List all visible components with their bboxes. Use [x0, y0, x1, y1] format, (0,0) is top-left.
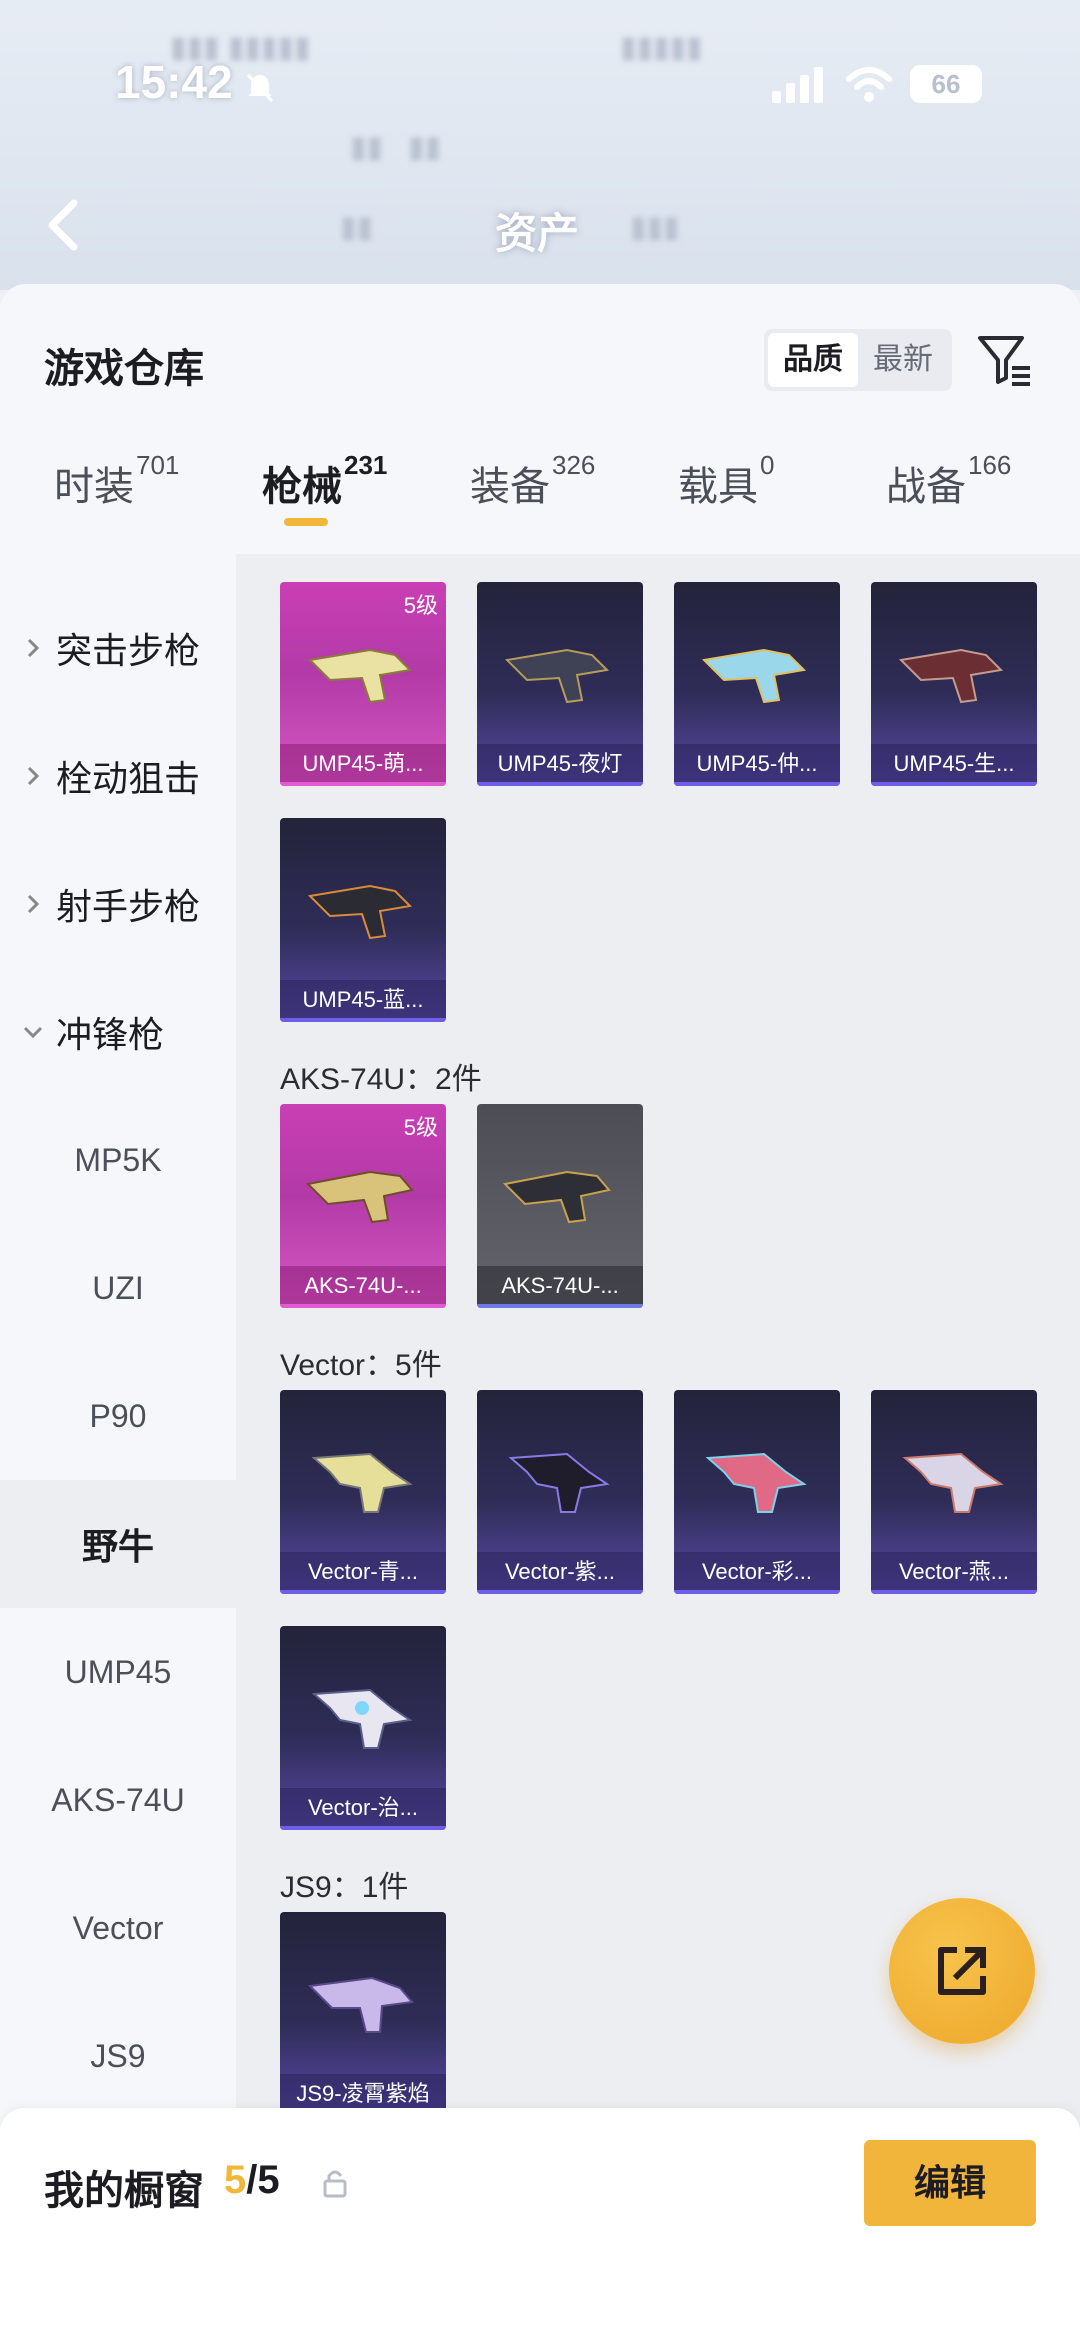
weapon-skin-image [898, 648, 1004, 704]
weapon-skin-image [705, 1452, 807, 1513]
status-time: 15:42 [115, 56, 233, 108]
blurred-header-background: ▮▮▮ ▮▮▮▮▮ ▮▮▮▮▮ ▮▮ ▮▮ ▮▮ ▮▮▮ 15:42 66 资产 [0, 0, 1080, 290]
weapon-card[interactable]: Vector-彩... [674, 1390, 840, 1594]
active-tab-indicator [284, 518, 328, 526]
tab-vehicles[interactable]: 载具0 [678, 450, 774, 512]
filter-icon[interactable] [972, 328, 1036, 392]
chevron-right-icon [27, 894, 40, 914]
group-title-aks74u: AKS-74U：2件 [280, 1063, 482, 1096]
weapon-card[interactable]: Vector-青... [280, 1390, 446, 1594]
weapon-card[interactable]: Vector-燕... [871, 1390, 1037, 1594]
weapon-card[interactable]: UMP45-生... [871, 582, 1037, 786]
weapon-name: UMP45-蓝... [280, 980, 446, 1022]
sort-option-newest[interactable]: 最新 [858, 333, 948, 387]
category-assault-rifle[interactable]: 突击步枪 [0, 584, 236, 712]
tab-equipment[interactable]: 装备326 [470, 450, 595, 512]
subcategory-bizon[interactable]: 野牛 [0, 1480, 236, 1608]
page-title: 资产 [495, 210, 580, 257]
warehouse-sheet: 游戏仓库 品质 最新 时装701 枪械231 装备326 载具0 战备166 突… [0, 284, 1080, 2348]
showcase-bar: 我的橱窗 5/5 编辑 [0, 2108, 1080, 2348]
weapon-card[interactable]: Vector-紫... [477, 1390, 643, 1594]
subcategory-uzi[interactable]: UZI [0, 1224, 236, 1352]
weapon-skin-image [307, 884, 413, 940]
category-smg[interactable]: 冲锋枪 [0, 968, 236, 1096]
subcategory-aks74u[interactable]: AKS-74U [0, 1736, 236, 1864]
weapon-skin-image [508, 1452, 610, 1513]
tab-firearms[interactable]: 枪械231 [262, 450, 387, 526]
subcategory-mp5k[interactable]: MP5K [0, 1096, 236, 1224]
group-title-js9: JS9：1件 [280, 1871, 409, 1904]
subcategory-js9[interactable]: JS9 [0, 1992, 236, 2120]
showcase-count: 5/5 [224, 2158, 280, 2202]
subcategory-ump45[interactable]: UMP45 [0, 1608, 236, 1736]
chevron-right-icon [27, 766, 40, 786]
lock-icon [323, 2170, 347, 2198]
weapon-name: Vector-彩... [674, 1552, 840, 1594]
back-chevron-icon[interactable] [40, 195, 90, 255]
weapon-skin-image [311, 1688, 413, 1749]
weapon-name: UMP45-生... [871, 744, 1037, 786]
weapon-skin-image [504, 648, 610, 704]
status-bar: 15:42 66 [0, 55, 1080, 125]
chevron-right-icon [27, 638, 40, 658]
weapon-card[interactable]: UMP45-夜灯 [477, 582, 643, 786]
category-marksman-rifle[interactable]: 射手步枪 [0, 840, 236, 968]
weapon-card[interactable]: 5级 AKS-74U-... [280, 1104, 446, 1308]
weapon-card[interactable]: UMP45-蓝... [280, 818, 446, 1022]
signal-icon [772, 67, 823, 103]
sort-toggle: 品质 最新 [764, 329, 952, 391]
tab-supplies[interactable]: 战备166 [886, 450, 1011, 512]
weapon-name: Vector-青... [280, 1552, 446, 1594]
battery-indicator: 66 [910, 65, 982, 103]
sheet-title: 游戏仓库 [44, 347, 204, 391]
sort-option-quality[interactable]: 品质 [768, 333, 858, 387]
weapon-skin-image [902, 1452, 1004, 1513]
weapon-card[interactable]: UMP45-仲... [674, 582, 840, 786]
weapon-skin-image [701, 648, 807, 704]
weapon-skin-image [307, 648, 413, 704]
weapon-skin-image [502, 1170, 611, 1224]
mute-bell-icon [246, 73, 274, 103]
category-tabs: 时装701 枪械231 装备326 载具0 战备166 [0, 450, 1080, 544]
subcategory-p90[interactable]: P90 [0, 1352, 236, 1480]
weapon-name: Vector-燕... [871, 1552, 1037, 1594]
share-button[interactable] [889, 1898, 1035, 2044]
share-icon [938, 1947, 986, 1995]
weapon-name: AKS-74U-... [280, 1266, 446, 1308]
weapon-card[interactable]: Vector-治... [280, 1626, 446, 1830]
weapon-card[interactable]: AKS-74U-... [477, 1104, 643, 1308]
weapon-skin-image [305, 1170, 414, 1224]
edit-button[interactable]: 编辑 [864, 2140, 1036, 2226]
weapon-name: UMP45-仲... [674, 744, 840, 786]
category-bolt-sniper[interactable]: 栓动狙击 [0, 712, 236, 840]
wifi-icon [846, 67, 892, 102]
weapon-name: Vector-紫... [477, 1552, 643, 1594]
weapon-card[interactable]: JS9-凌霄紫焰 [280, 1912, 446, 2116]
chevron-down-icon [23, 1026, 43, 1039]
weapon-card[interactable]: 5级 UMP45-萌... [280, 582, 446, 786]
group-title-vector: Vector：5件 [280, 1349, 442, 1382]
weapon-name: AKS-74U-... [477, 1266, 643, 1308]
weapon-skin-image [307, 1976, 414, 2033]
weapon-skin-image [311, 1452, 413, 1513]
weapon-grid: 5级 UMP45-萌... UMP45-夜灯 UMP45-仲... UMP45-… [236, 554, 1080, 2348]
weapon-name: UMP45-萌... [280, 744, 446, 786]
weapon-name: UMP45-夜灯 [477, 744, 643, 786]
showcase-title: 我的橱窗 [44, 2169, 204, 2213]
subcategory-vector[interactable]: Vector [0, 1864, 236, 1992]
weapon-name: Vector-治... [280, 1788, 446, 1830]
weapon-category-sidebar: 突击步枪 栓动狙击 射手步枪 冲锋枪 MP5K UZI P90 野牛 UMP45… [0, 554, 236, 2348]
tab-fashion[interactable]: 时装701 [54, 450, 179, 512]
